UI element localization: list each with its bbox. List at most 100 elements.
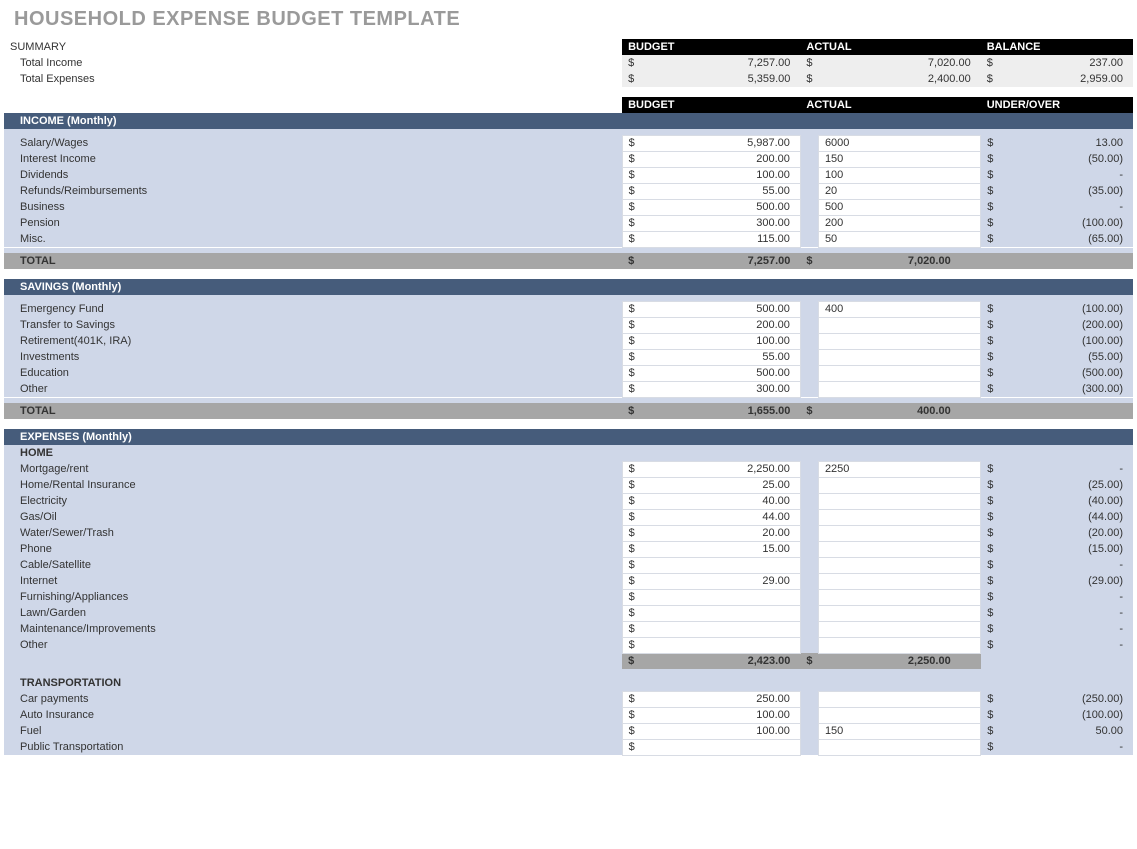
currency-symbol: $ [622,589,640,605]
currency-symbol: $ [981,151,999,167]
summary-budget-cell[interactable]: 5,359.00 [640,71,800,87]
actual-cell[interactable] [818,477,980,493]
budget-cell[interactable]: 300.00 [640,215,800,231]
savings-section-header: SAVINGS (Monthly) [4,279,1133,295]
currency-symbol: $ [622,215,640,231]
actual-cell[interactable]: 500 [818,199,980,215]
currency-symbol: $ [800,55,818,71]
budget-cell[interactable]: 25.00 [640,477,800,493]
budget-cell[interactable] [640,739,800,755]
actual-cell[interactable] [818,621,980,637]
currency-symbol: $ [800,71,818,87]
underover-cell: (200.00) [999,317,1133,333]
currency-symbol: $ [981,55,999,71]
currency-symbol: $ [622,183,640,199]
actual-cell[interactable]: 20 [818,183,980,199]
budget-cell[interactable]: 100.00 [640,167,800,183]
actual-cell[interactable]: 200 [818,215,980,231]
underover-cell: (100.00) [999,215,1133,231]
currency-symbol: $ [622,541,640,557]
actual-cell[interactable]: 150 [818,151,980,167]
actual-cell[interactable] [818,605,980,621]
underover-cell: (20.00) [999,525,1133,541]
budget-cell[interactable] [640,637,800,653]
budget-cell[interactable]: 100.00 [640,723,800,739]
line-item-label: Water/Sewer/Trash [4,525,622,541]
actual-cell[interactable] [818,739,980,755]
budget-cell[interactable]: 500.00 [640,301,800,317]
budget-cell[interactable]: 44.00 [640,509,800,525]
actual-cell[interactable] [818,381,980,397]
actual-cell[interactable] [818,317,980,333]
currency-symbol: $ [981,461,999,477]
budget-cell[interactable]: 250.00 [640,691,800,707]
budget-cell[interactable]: 55.00 [640,183,800,199]
currency-symbol: $ [622,199,640,215]
actual-cell[interactable] [818,509,980,525]
underover-cell: (44.00) [999,509,1133,525]
budget-cell[interactable]: 100.00 [640,333,800,349]
underover-cell: - [999,637,1133,653]
summary-row: Total Income$7,257.00$7,020.00$237.00 [4,55,1133,71]
actual-cell[interactable] [818,589,980,605]
underover-cell: - [999,199,1133,215]
budget-cell[interactable]: 29.00 [640,573,800,589]
budget-cell[interactable]: 5,987.00 [640,135,800,151]
actual-cell[interactable] [818,573,980,589]
actual-cell[interactable] [818,637,980,653]
hdr-actual: ACTUAL [800,97,980,113]
currency-symbol: $ [981,199,999,215]
budget-cell[interactable]: 2,250.00 [640,461,800,477]
budget-cell[interactable]: 100.00 [640,707,800,723]
line-item-row: Furnishing/Appliances$$- [4,589,1133,605]
actual-cell[interactable]: 2250 [818,461,980,477]
underover-cell: (300.00) [999,381,1133,397]
summary-actual-cell[interactable]: 2,400.00 [818,71,980,87]
budget-cell[interactable] [640,621,800,637]
budget-cell[interactable]: 200.00 [640,317,800,333]
budget-cell[interactable]: 15.00 [640,541,800,557]
actual-cell[interactable] [818,691,980,707]
budget-cell[interactable]: 500.00 [640,365,800,381]
currency-symbol: $ [981,71,999,87]
actual-cell[interactable] [818,333,980,349]
line-item-label: Internet [4,573,622,589]
actual-cell[interactable] [818,365,980,381]
actual-cell[interactable] [818,541,980,557]
budget-cell[interactable]: 300.00 [640,381,800,397]
currency-symbol: $ [981,317,999,333]
line-item-label: Other [4,637,622,653]
actual-cell[interactable] [818,557,980,573]
actual-cell[interactable]: 150 [818,723,980,739]
budget-cell[interactable] [640,557,800,573]
budget-cell[interactable] [640,589,800,605]
actual-cell[interactable]: 50 [818,231,980,247]
underover-cell: (100.00) [999,707,1133,723]
actual-cell[interactable] [818,349,980,365]
actual-cell[interactable] [818,707,980,723]
currency-symbol: $ [981,135,999,151]
currency-symbol: $ [981,183,999,199]
summary-row-label: Total Income [4,55,622,71]
actual-cell[interactable]: 400 [818,301,980,317]
budget-cell[interactable]: 500.00 [640,199,800,215]
budget-cell[interactable]: 200.00 [640,151,800,167]
line-item-label: Home/Rental Insurance [4,477,622,493]
expenses-transport-header: TRANSPORTATION [4,675,1133,691]
underover-cell: (100.00) [999,301,1133,317]
budget-cell[interactable]: 20.00 [640,525,800,541]
line-item-row: Internet$29.00$(29.00) [4,573,1133,589]
actual-cell[interactable]: 6000 [818,135,980,151]
line-item-label: Misc. [4,231,622,247]
budget-cell[interactable]: 40.00 [640,493,800,509]
summary-actual-cell[interactable]: 7,020.00 [818,55,980,71]
line-item-row: Refunds/Reimbursements$55.0020$(35.00) [4,183,1133,199]
actual-cell[interactable] [818,525,980,541]
actual-cell[interactable]: 100 [818,167,980,183]
currency-symbol: $ [981,215,999,231]
summary-budget-cell[interactable]: 7,257.00 [640,55,800,71]
budget-cell[interactable] [640,605,800,621]
budget-cell[interactable]: 55.00 [640,349,800,365]
budget-cell[interactable]: 115.00 [640,231,800,247]
actual-cell[interactable] [818,493,980,509]
